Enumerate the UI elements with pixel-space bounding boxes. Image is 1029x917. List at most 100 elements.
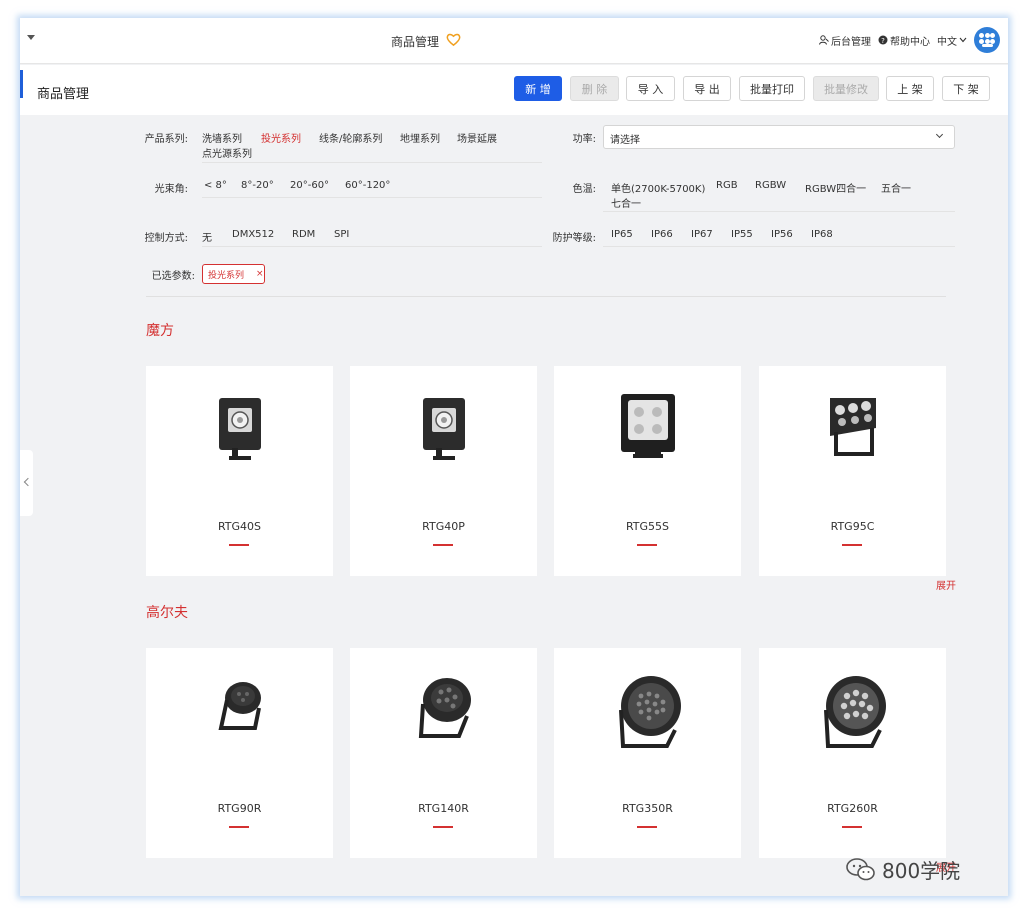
ip-option[interactable]: IP65 bbox=[611, 229, 633, 240]
top-title: 商品管理 bbox=[391, 35, 440, 49]
avatar[interactable] bbox=[974, 27, 1000, 53]
product-underline bbox=[433, 826, 453, 828]
product-name: RTG260R bbox=[827, 802, 878, 815]
series-option[interactable]: 洗墙系列 bbox=[202, 130, 242, 145]
product-underline bbox=[637, 826, 657, 828]
chevron-down-icon bbox=[935, 130, 944, 139]
selected-tag-label: 投光系列 bbox=[208, 270, 245, 281]
product-name: RTG40P bbox=[422, 520, 465, 533]
top-bar: 商品管理 后台管理 ? 帮助中心 中文 bbox=[20, 18, 1008, 64]
admin-icon bbox=[819, 35, 829, 45]
batch-print-button[interactable]: 批量打印 bbox=[739, 76, 805, 101]
product-card[interactable]: RTG40P bbox=[350, 366, 537, 576]
product-card[interactable]: RTG350R bbox=[554, 648, 741, 858]
admin-link[interactable]: 后台管理 bbox=[819, 33, 871, 48]
selected-tag[interactable]: 投光系列 × bbox=[202, 264, 265, 284]
app-window: 商品管理 后台管理 ? 帮助中心 中文 商品管理 新 增 删 除 导 入 导 出… bbox=[20, 18, 1008, 896]
color-temp-option[interactable]: RGBW bbox=[755, 180, 786, 191]
language-label: 中文 bbox=[937, 36, 957, 48]
product-underline bbox=[637, 544, 657, 546]
expand-link[interactable]: 展开 bbox=[936, 577, 956, 592]
product-card[interactable]: RTG95C bbox=[759, 366, 946, 576]
series-option[interactable]: 点光源系列 bbox=[202, 145, 252, 160]
divider bbox=[202, 162, 542, 163]
beam-option[interactable]: 20°-60° bbox=[290, 180, 329, 191]
product-image bbox=[418, 678, 471, 738]
divider bbox=[146, 296, 946, 297]
product-image bbox=[829, 398, 876, 456]
color-temp-option[interactable]: 单色(2700K-5700K) bbox=[611, 180, 705, 195]
chevron-down-icon bbox=[959, 37, 967, 43]
ip-option[interactable]: IP56 bbox=[771, 229, 793, 240]
take-off-shelf-button[interactable]: 下 架 bbox=[942, 76, 990, 101]
series-option[interactable]: 线条/轮廓系列 bbox=[319, 130, 382, 145]
product-image bbox=[823, 676, 886, 748]
section-title: 魔方 bbox=[146, 323, 174, 339]
control-option[interactable]: DMX512 bbox=[232, 229, 274, 240]
list-on-shelf-button[interactable]: 上 架 bbox=[886, 76, 934, 101]
color-temp-label: 色温: bbox=[572, 184, 596, 195]
beam-option[interactable]: < 8° bbox=[204, 180, 227, 191]
product-card[interactable]: RTG90R bbox=[146, 648, 333, 858]
top-right-menu: 后台管理 ? 帮助中心 中文 bbox=[819, 27, 1000, 53]
collapse-caret-icon[interactable] bbox=[27, 35, 35, 40]
product-underline bbox=[229, 826, 249, 828]
section-title: 高尔夫 bbox=[146, 605, 188, 621]
import-button[interactable]: 导 入 bbox=[626, 76, 675, 101]
wechat-icon bbox=[846, 857, 875, 880]
ip-option[interactable]: IP67 bbox=[691, 229, 713, 240]
active-indicator bbox=[20, 70, 23, 98]
admin-label: 后台管理 bbox=[831, 36, 871, 48]
help-link[interactable]: ? 帮助中心 bbox=[878, 33, 930, 48]
beam-option[interactable]: 8°-20° bbox=[241, 180, 274, 191]
page-title: 商品管理 bbox=[37, 87, 90, 102]
close-icon[interactable]: × bbox=[256, 269, 264, 279]
control-option[interactable]: 无 bbox=[202, 229, 212, 244]
product-name: RTG140R bbox=[418, 802, 469, 815]
product-underline bbox=[842, 826, 862, 828]
product-image bbox=[218, 682, 261, 730]
chevron-left-icon bbox=[23, 477, 33, 487]
power-select[interactable]: 请选择 bbox=[603, 125, 955, 149]
product-underline bbox=[433, 544, 453, 546]
product-underline bbox=[229, 544, 249, 546]
ip-option[interactable]: IP66 bbox=[651, 229, 673, 240]
series-option[interactable]: 场景延展 bbox=[457, 130, 497, 145]
beam-option[interactable]: 60°-120° bbox=[345, 180, 390, 191]
language-select[interactable]: 中文 bbox=[937, 33, 967, 48]
product-card[interactable]: RTG260R bbox=[759, 648, 946, 858]
power-label: 功率: bbox=[572, 134, 596, 145]
control-label: 控制方式: bbox=[144, 233, 188, 244]
sidebar-toggle[interactable] bbox=[20, 450, 33, 516]
divider bbox=[202, 246, 542, 247]
series-option-active[interactable]: 投光系列 bbox=[261, 130, 301, 145]
color-temp-option[interactable]: 七合一 bbox=[611, 195, 641, 210]
add-button[interactable]: 新 增 bbox=[514, 76, 562, 101]
heart-icon[interactable] bbox=[446, 32, 461, 47]
product-card[interactable]: RTG140R bbox=[350, 648, 537, 858]
divider bbox=[603, 246, 955, 247]
ip-option[interactable]: IP68 bbox=[811, 229, 833, 240]
control-option[interactable]: RDM bbox=[292, 229, 315, 240]
svg-text:?: ? bbox=[881, 37, 885, 45]
batch-edit-button[interactable]: 批量修改 bbox=[813, 76, 879, 101]
page-header: 商品管理 新 增 删 除 导 入 导 出 批量打印 批量修改 上 架 下 架 bbox=[20, 65, 1008, 115]
power-select-value: 请选择 bbox=[610, 135, 640, 146]
color-temp-option[interactable]: 五合一 bbox=[881, 180, 911, 195]
product-name: RTG55S bbox=[625, 520, 670, 533]
color-temp-option[interactable]: RGB bbox=[716, 180, 738, 191]
product-card[interactable]: RTG40S bbox=[146, 366, 333, 576]
product-underline bbox=[842, 544, 862, 546]
help-label: 帮助中心 bbox=[890, 36, 930, 48]
product-name: RTG40S bbox=[217, 520, 262, 533]
beam-label: 光束角: bbox=[154, 184, 188, 195]
export-button[interactable]: 导 出 bbox=[683, 76, 731, 101]
color-temp-option[interactable]: RGBW四合一 bbox=[805, 180, 866, 195]
control-option[interactable]: SPI bbox=[334, 229, 349, 240]
delete-button[interactable]: 删 除 bbox=[570, 76, 619, 101]
product-image bbox=[618, 676, 681, 748]
series-option[interactable]: 地埋系列 bbox=[400, 130, 440, 145]
ip-option[interactable]: IP55 bbox=[731, 229, 753, 240]
product-card[interactable]: RTG55S bbox=[554, 366, 741, 576]
product-image bbox=[422, 398, 465, 460]
